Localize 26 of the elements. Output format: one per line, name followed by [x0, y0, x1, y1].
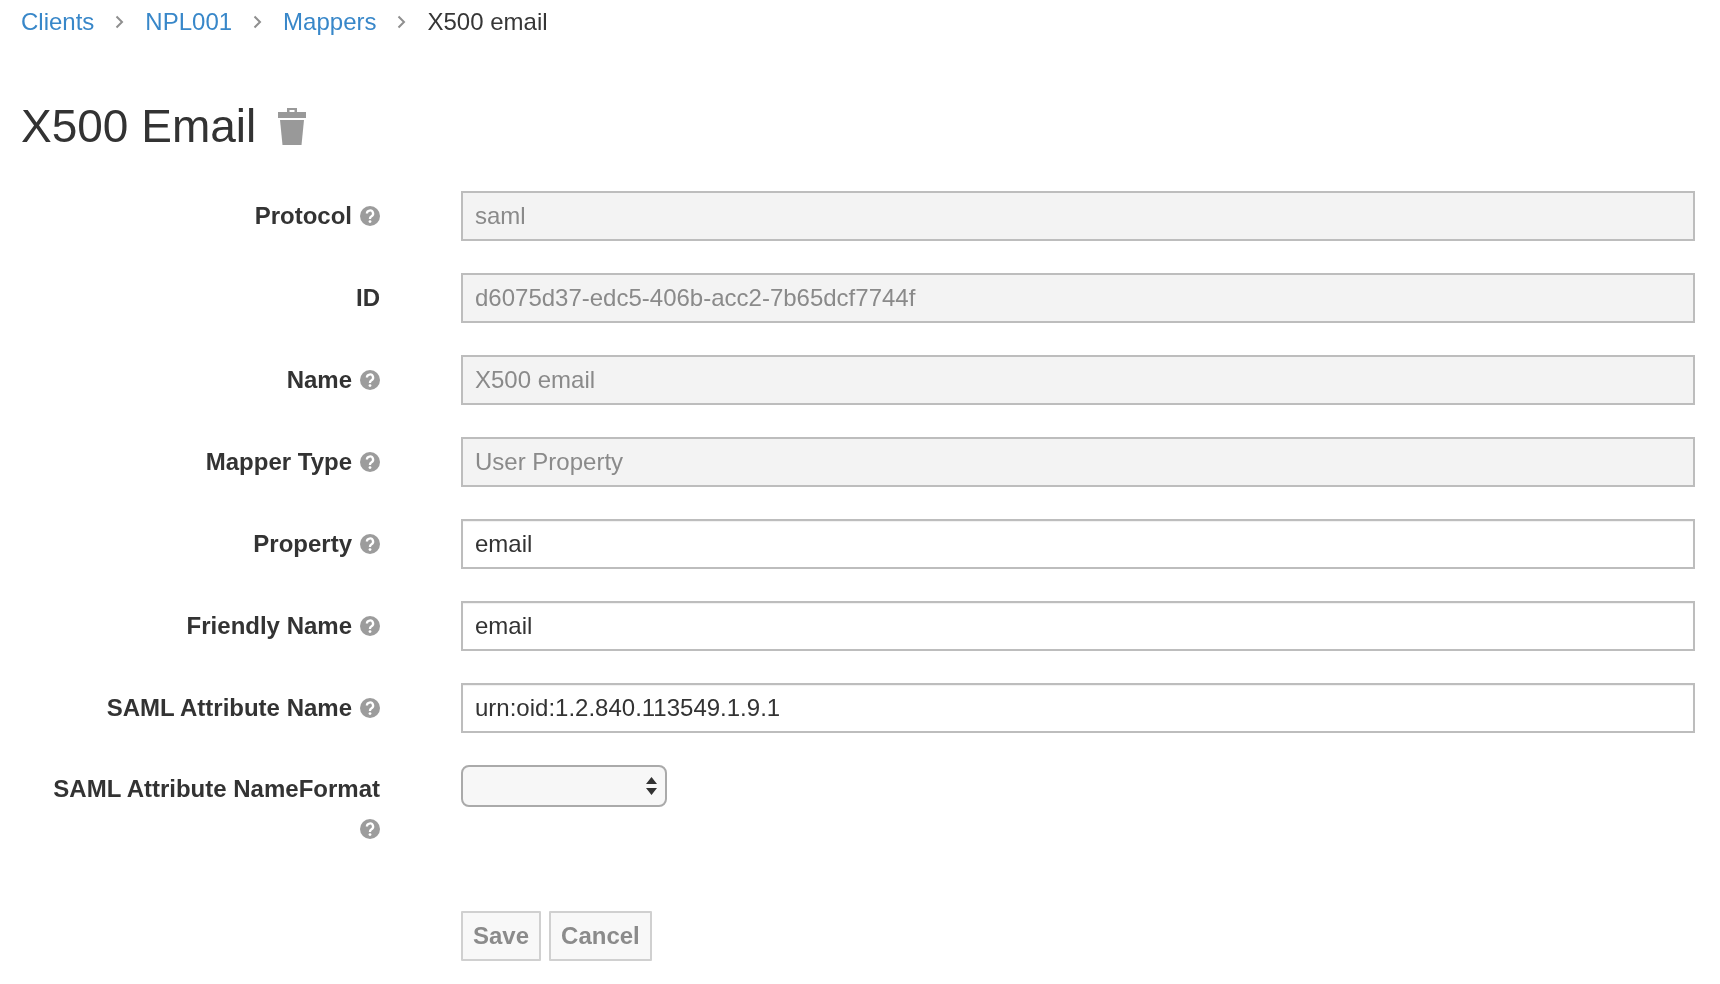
breadcrumb-link[interactable]: Mappers	[283, 6, 377, 38]
text-field[interactable]: d6075d37-edc5-406b-acc2-7b65dcf7744f	[461, 273, 1695, 323]
trash-icon[interactable]	[276, 107, 309, 145]
page-title: X500 Email	[21, 99, 257, 154]
field-label: SAML Attribute Name	[106, 693, 352, 723]
field-label: ID	[356, 283, 380, 313]
text-field[interactable]: X500 email	[461, 355, 1695, 405]
chevron-right-icon	[253, 15, 263, 29]
text-field[interactable]: email	[461, 519, 1695, 569]
breadcrumb-link[interactable]: NPL001	[145, 6, 233, 38]
chevron-right-icon	[115, 15, 125, 29]
field-label: Mapper Type	[205, 447, 352, 477]
text-field[interactable]: email	[461, 601, 1695, 651]
breadcrumb-current: X500 email	[427, 7, 548, 37]
text-field[interactable]: saml	[461, 191, 1695, 241]
chevron-right-icon	[397, 15, 407, 29]
breadcrumb-link[interactable]: Clients	[21, 6, 95, 38]
field-label: Property	[253, 529, 352, 559]
text-field[interactable]: urn:oid:1.2.840.113549.1.9.1	[461, 683, 1695, 733]
field-label: SAML Attribute NameFormat	[53, 774, 380, 804]
up-down-arrows-icon	[646, 777, 657, 795]
field-label: Protocol	[254, 201, 352, 231]
field-label: Name	[286, 365, 352, 395]
text-field[interactable]: User Property	[461, 437, 1695, 487]
dropdown-field[interactable]	[461, 765, 667, 807]
field-label: Friendly Name	[186, 611, 352, 641]
